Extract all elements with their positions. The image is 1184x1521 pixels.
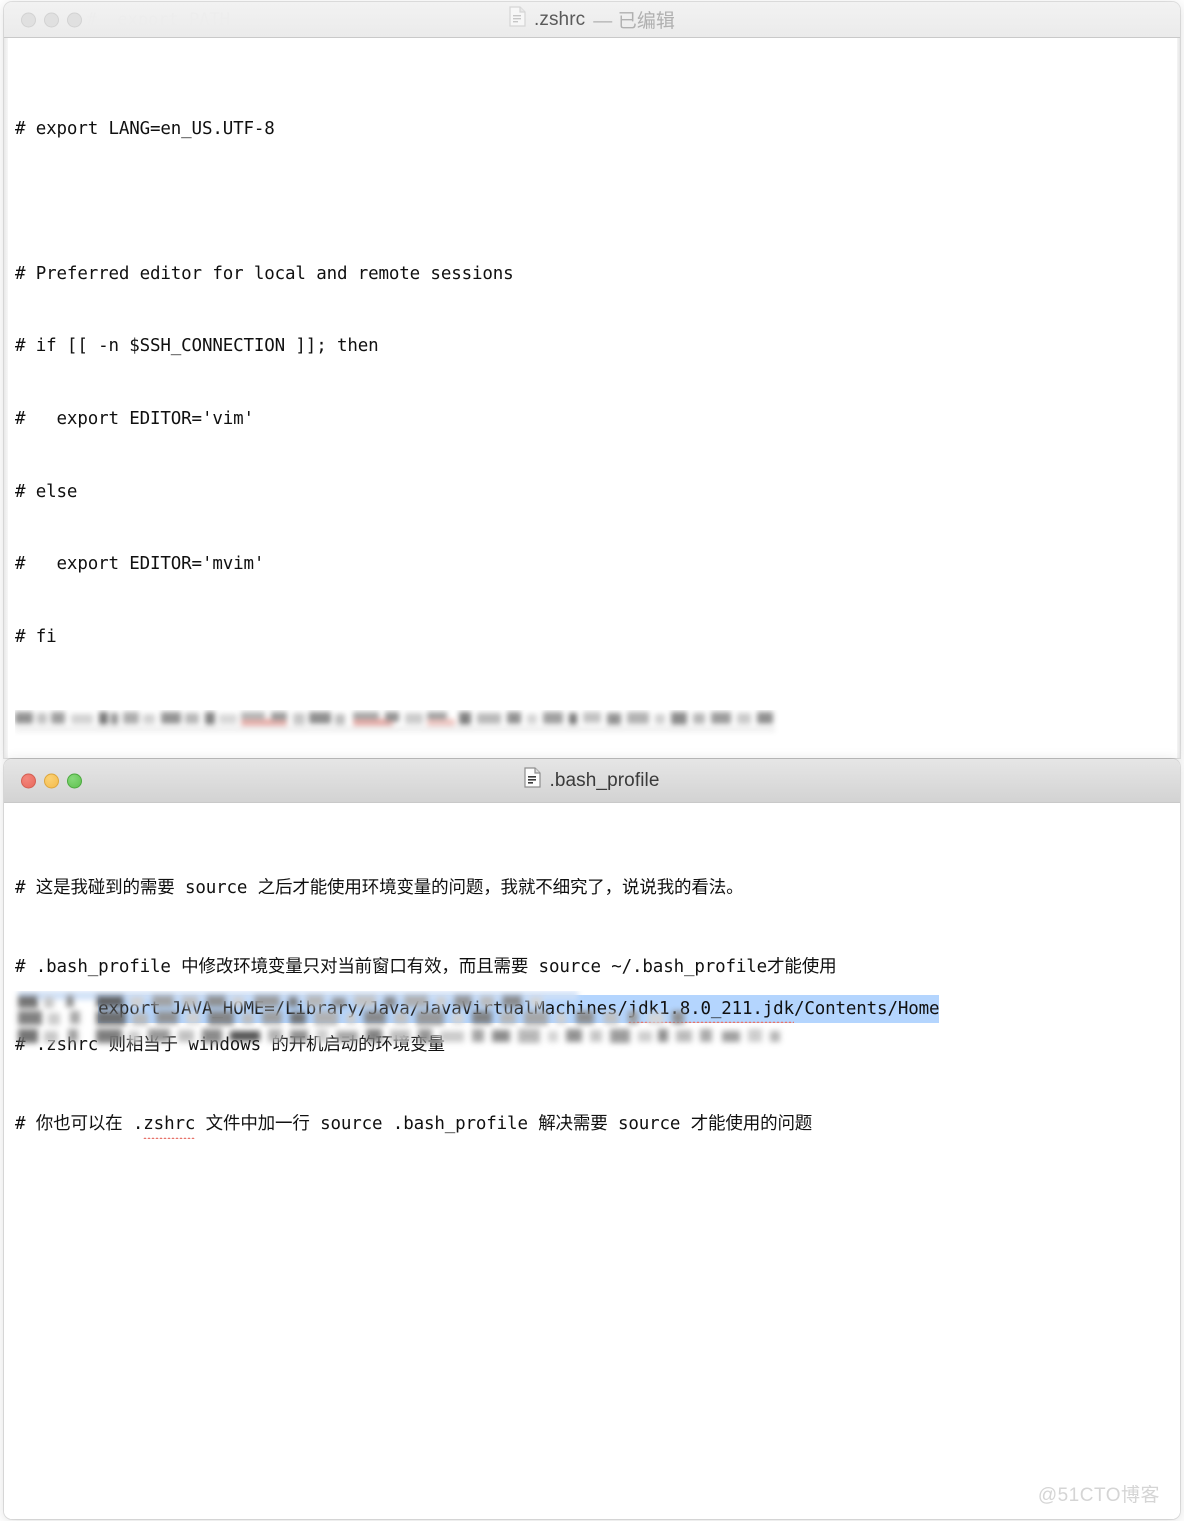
titlebar-bash-profile[interactable]: .bash_profile — [4, 759, 1180, 803]
document-icon — [524, 767, 542, 794]
close-button[interactable] — [21, 773, 36, 788]
code-fragment: 文件中加一行 source .bash_profile 解决需要 source … — [195, 1113, 813, 1134]
code-line: # export EDITOR='mvim' — [15, 554, 265, 575]
code-line: # if [[ -n $SSH_CONNECTION ]]; then — [15, 336, 379, 357]
code-line: # else — [15, 481, 78, 502]
code-line-cn: # 这是我碰到的需要 source 之后才能使用环境变量的问题，我就不细究了，说… — [15, 878, 744, 899]
code-content-zshrc[interactable]: # export LANG=en_US.UTF-8 # Preferred ed… — [4, 38, 1180, 758]
code-line: # export EDITOR='vim' — [15, 408, 254, 429]
editor-zshrc[interactable]: # export LANG=en_US.UTF-8 # Preferred ed… — [4, 38, 1180, 758]
window-title-suffix-zshrc: — 已编辑 — [593, 11, 676, 32]
zoom-button[interactable] — [67, 773, 82, 788]
window-title-text-bash-profile: .bash_profile — [549, 769, 660, 791]
redacted-content-zshrc — [15, 710, 790, 736]
minimize-button[interactable] — [44, 773, 59, 788]
scrolled-text-ghost: # export PATH — [15, 10, 230, 30]
code-line: # Preferred editor for local and remote … — [15, 263, 514, 284]
code-line: # fi — [15, 626, 57, 647]
window-title-zshrc: .zshrc — 已编辑 — [509, 6, 675, 33]
editor-bash-profile[interactable]: # 这是我碰到的需要 source 之后才能使用环境变量的问题，我就不细究了，说… — [4, 803, 1180, 1519]
watermark: @51CTO博客 — [1037, 1485, 1160, 1506]
editor-left-edge-zshrc — [4, 38, 8, 758]
code-line: # export LANG=en_US.UTF-8 — [15, 118, 275, 139]
editor-right-edge-zshrc — [1177, 38, 1180, 758]
redacted-content-bash-profile — [10, 991, 820, 1053]
traffic-lights-bash-profile[interactable] — [21, 773, 82, 788]
code-fragment: # 你也可以在 . — [15, 1113, 144, 1134]
window-zshrc[interactable]: .zshrc — 已编辑 # export PATH # export LANG… — [4, 2, 1180, 758]
code-line-cn-zshrc-note: # 你也可以在 .zshrc 文件中加一行 source .bash_profi… — [15, 1109, 1180, 1139]
window-bash-profile[interactable]: .bash_profile # 这是我碰到的需要 source 之后才能使用环境… — [4, 759, 1180, 1519]
window-title-bash-profile: .bash_profile — [524, 767, 659, 794]
document-icon — [509, 6, 526, 33]
window-title-text-zshrc: .zshrc — [533, 8, 586, 30]
spellcheck-word: zshrc — [143, 1109, 195, 1139]
